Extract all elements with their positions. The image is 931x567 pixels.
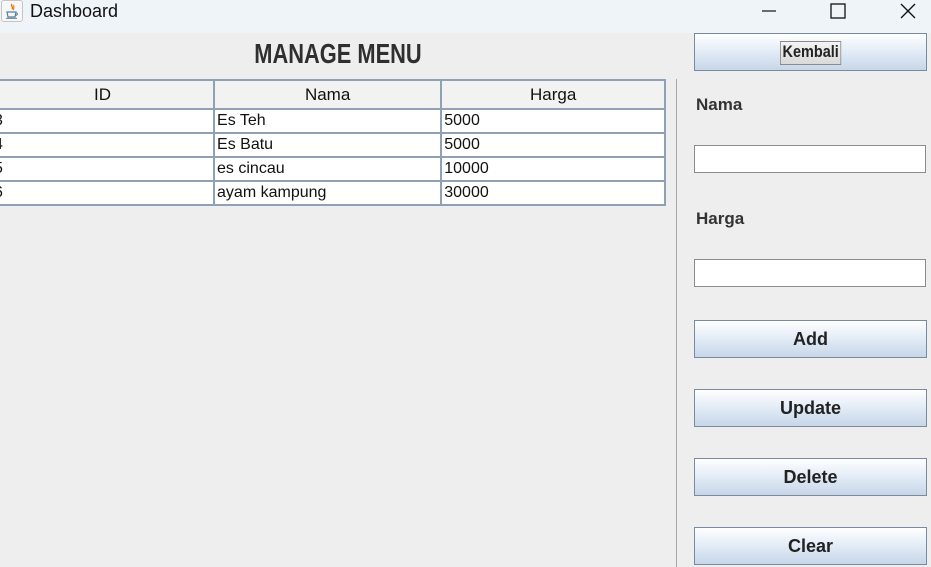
maximize-button[interactable] [815, 0, 861, 22]
cell-harga[interactable]: 10000 [440, 156, 666, 182]
nama-label: Nama [696, 95, 743, 114]
cell-harga[interactable]: 30000 [440, 180, 666, 206]
cell-harga[interactable]: 5000 [440, 132, 666, 158]
kembali-button[interactable]: Kembali [694, 33, 927, 71]
window-title: Dashboard [30, 1, 119, 21]
cell-id[interactable]: 4 [0, 132, 216, 158]
cell-id[interactable]: 5 [0, 156, 216, 182]
nama-input[interactable] [694, 145, 926, 173]
page-title: MANAGE MENU [254, 38, 422, 69]
close-button[interactable] [885, 0, 931, 22]
cell-harga[interactable]: 5000 [440, 108, 666, 134]
update-button[interactable]: Update [694, 389, 927, 427]
column-header-nama[interactable]: Nama [213, 79, 443, 110]
menu-table: ID Nama Harga 3 Es Teh 5000 4 Es Batu 50… [0, 79, 666, 206]
table-row[interactable]: 3 Es Teh 5000 [0, 108, 666, 134]
harga-label: Harga [696, 209, 745, 228]
table-row[interactable]: 6 ayam kampung 30000 [0, 180, 666, 206]
cell-nama[interactable]: es cincau [213, 156, 443, 182]
cell-nama[interactable]: ayam kampung [213, 180, 443, 206]
menu-table-panel: ID Nama Harga 3 Es Teh 5000 4 Es Batu 50… [0, 79, 677, 567]
kembali-button-label: Kembali [780, 41, 842, 65]
table-row[interactable]: 4 Es Batu 5000 [0, 132, 666, 158]
table-header-row: ID Nama Harga [0, 79, 666, 110]
java-app-icon [1, 0, 23, 22]
cell-nama[interactable]: Es Teh [213, 108, 443, 134]
harga-input[interactable] [694, 259, 926, 287]
delete-button[interactable]: Delete [694, 458, 927, 496]
table-row[interactable]: 5 es cincau 10000 [0, 156, 666, 182]
clear-button[interactable]: Clear [694, 527, 927, 565]
column-header-id[interactable]: ID [0, 79, 216, 110]
maximize-icon [830, 3, 846, 19]
minimize-button[interactable] [746, 0, 792, 22]
cell-id[interactable]: 6 [0, 180, 216, 206]
add-button[interactable]: Add [694, 320, 927, 358]
title-bar: Dashboard [0, 0, 931, 33]
column-header-harga[interactable]: Harga [440, 79, 666, 110]
minimize-icon [762, 10, 776, 12]
close-icon [900, 3, 916, 19]
cell-id[interactable]: 3 [0, 108, 216, 134]
cell-nama[interactable]: Es Batu [213, 132, 443, 158]
